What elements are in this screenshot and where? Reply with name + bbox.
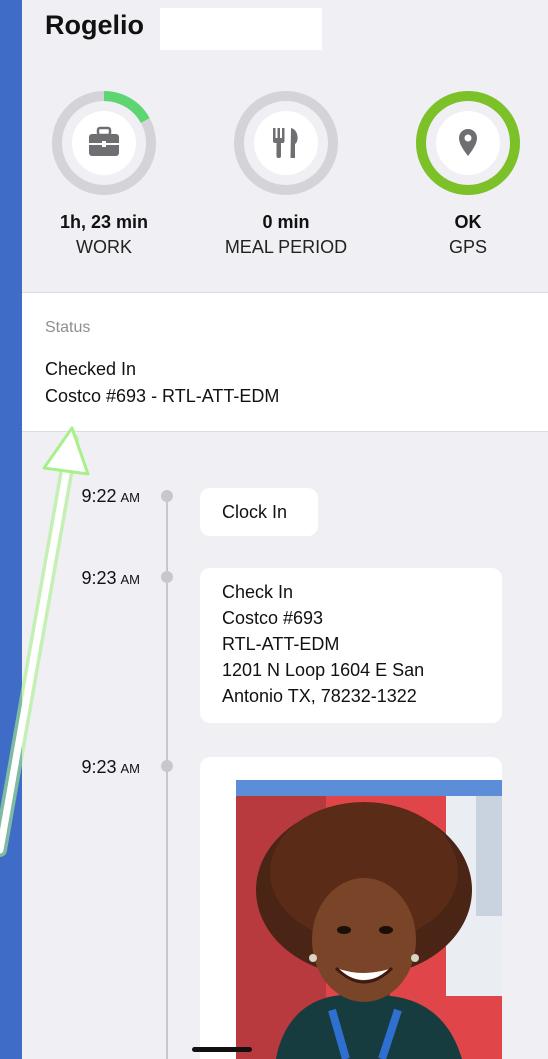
annotation-arrow	[0, 426, 90, 857]
